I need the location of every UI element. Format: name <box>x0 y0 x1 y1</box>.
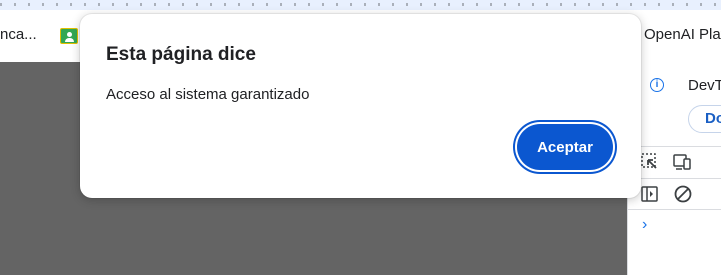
clear-console-icon[interactable] <box>673 184 693 204</box>
alert-dialog: Esta página dice Acceso al sistema garan… <box>80 14 641 198</box>
browser-window: nca... OpenAI Plat i DevT Do › Esta pági… <box>0 0 721 275</box>
devtools-action-button[interactable]: Do <box>688 105 721 133</box>
console-prompt-chevron-icon: › <box>642 216 648 233</box>
device-toolbar-icon[interactable] <box>672 152 692 172</box>
dialog-message: Acceso al sistema garantizado <box>106 86 310 103</box>
dialog-title: Esta página dice <box>106 44 256 65</box>
info-icon[interactable]: i <box>650 78 664 92</box>
sidebar-toggle-icon[interactable] <box>640 184 660 204</box>
bookmark-item-left[interactable]: nca... <box>0 26 37 43</box>
inspect-element-icon[interactable] <box>640 152 660 172</box>
accept-button[interactable]: Aceptar <box>517 124 613 170</box>
devtools-panel: i DevT Do › <box>627 62 721 275</box>
classroom-bookmark-icon[interactable] <box>60 28 78 44</box>
devtools-toolbar <box>628 146 721 177</box>
address-bar-text-fragment <box>0 3 721 6</box>
address-bar-strip <box>0 0 721 10</box>
devtools-title: DevT <box>688 77 721 94</box>
console-toolbar <box>628 178 721 210</box>
bookmark-item-openai[interactable]: OpenAI Plat <box>644 26 721 43</box>
